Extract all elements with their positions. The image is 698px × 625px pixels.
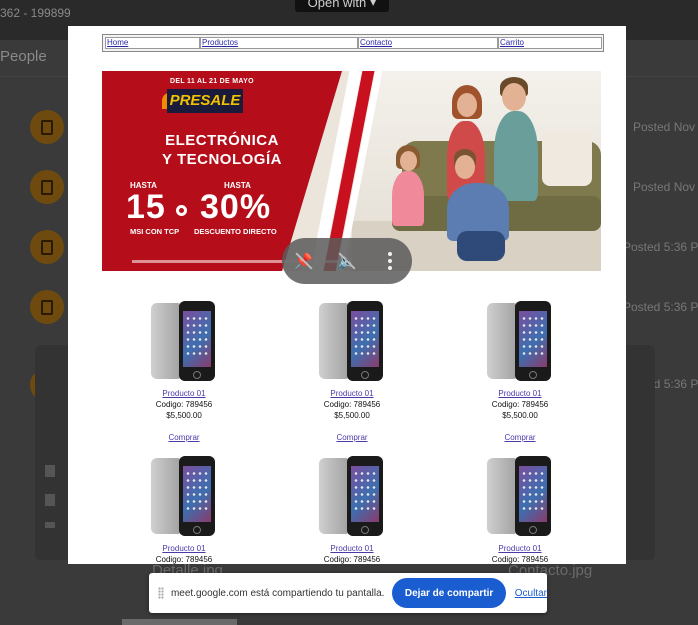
msi-number: 15: [126, 188, 166, 226]
product-name-link[interactable]: Producto 01: [445, 544, 595, 553]
msi-caption: MSI CON TCP: [130, 227, 180, 236]
or-separator: [176, 205, 187, 216]
product-card: Producto 01 Codigo: 789456: [445, 456, 595, 564]
product-code: Codigo: 789456: [323, 400, 381, 409]
people-heading: People: [0, 48, 47, 65]
product-image[interactable]: [487, 456, 553, 536]
buy-link[interactable]: Comprar: [109, 433, 259, 442]
nav-cell-productos: Productos: [200, 37, 358, 49]
banner-title-line1: ELECTRÓNICA: [165, 132, 279, 149]
nav-link-contacto[interactable]: Contacto: [360, 38, 392, 47]
file-id-text: 362 - 199899: [0, 6, 71, 20]
product-code: Codigo: 789456: [155, 400, 213, 409]
nav-link-carrito[interactable]: Carrito: [500, 38, 524, 47]
file-icon: [45, 465, 55, 477]
product-price: $5,500.00: [502, 411, 538, 420]
posted-time: Posted Nov: [633, 120, 696, 134]
posted-time: Posted Nov: [633, 180, 696, 194]
nav-cell-contacto: Contacto: [358, 37, 498, 49]
file-icon: [45, 494, 55, 506]
hide-link[interactable]: Ocultar: [515, 588, 547, 599]
nav-cell-carrito: Carrito: [498, 37, 602, 49]
product-code: Codigo: 789456: [155, 555, 213, 564]
product-name-link[interactable]: Producto 01: [277, 389, 427, 398]
product-name-link[interactable]: Producto 01: [277, 544, 427, 553]
presale-date: DEL 11 AL 21 DE MAYO: [170, 78, 254, 85]
meet-floating-controls: 📌 🔈: [282, 238, 412, 284]
nav-bar: Home Productos Contacto Carrito: [102, 34, 604, 52]
product-image[interactable]: [151, 456, 217, 536]
product-image[interactable]: [151, 301, 217, 381]
banner-title-line2: Y TECNOLOGÍA: [162, 151, 282, 168]
product-card: Producto 01 Codigo: 789456: [277, 456, 427, 564]
attachment-avatar[interactable]: [30, 290, 64, 324]
document-icon: [41, 179, 53, 195]
product-code: Codigo: 789456: [491, 400, 549, 409]
open-with-button[interactable]: Open with ▾: [295, 0, 389, 12]
product-name-link[interactable]: Producto 01: [109, 389, 259, 398]
posted-time: Posted 5:36 P: [623, 240, 698, 254]
screen-share-bar: meet.google.com está compartiendo tu pan…: [149, 573, 547, 613]
document-icon: [41, 119, 53, 135]
document-icon: [41, 239, 53, 255]
product-code: Codigo: 789456: [491, 555, 549, 564]
horizontal-scrollbar[interactable]: [122, 619, 237, 625]
open-with-label: Open with: [307, 0, 367, 10]
share-message: meet.google.com está compartiendo tu pan…: [170, 587, 385, 599]
posted-time: Posted 5:36 P: [623, 300, 698, 314]
product-card: Producto 01 Codigo: 789456 $5,500.00 Com…: [109, 301, 259, 442]
nav-link-home[interactable]: Home: [107, 38, 128, 47]
product-image[interactable]: [319, 301, 385, 381]
discount-caption: DESCUENTO DIRECTO: [194, 227, 277, 236]
attachment-avatar[interactable]: [30, 110, 64, 144]
file-icon: [45, 522, 55, 528]
product-card: Producto 01 Codigo: 789456 $5,500.00 Com…: [445, 301, 595, 442]
presale-logo: PRESALE: [167, 89, 243, 113]
more-options-icon[interactable]: [379, 250, 401, 272]
person-girl: [392, 171, 424, 226]
chevron-down-icon: ▾: [369, 0, 377, 9]
drag-handle-icon[interactable]: [158, 587, 164, 599]
product-card: Producto 01 Codigo: 789456 $5,500.00 Com…: [277, 301, 427, 442]
pin-off-icon[interactable]: 📌: [293, 250, 315, 272]
volume-off-icon[interactable]: 🔈: [336, 250, 358, 272]
document-icon: [41, 299, 53, 315]
attachment-avatar[interactable]: [30, 230, 64, 264]
product-price: $5,500.00: [166, 411, 202, 420]
buy-link[interactable]: Comprar: [445, 433, 595, 442]
product-name-link[interactable]: Producto 01: [109, 544, 259, 553]
product-name-link[interactable]: Producto 01: [445, 389, 595, 398]
buy-link[interactable]: Comprar: [277, 433, 427, 442]
stop-sharing-button[interactable]: Dejar de compartir: [392, 578, 506, 608]
nav-cell-home: Home: [105, 37, 200, 49]
banner-title: ELECTRÓNICA Y TECNOLOGÍA: [122, 131, 322, 169]
product-price: $5,500.00: [334, 411, 370, 420]
product-image[interactable]: [487, 301, 553, 381]
discount-percent: 30%: [200, 188, 272, 226]
attachment-avatar[interactable]: [30, 170, 64, 204]
nav-link-productos[interactable]: Productos: [202, 38, 238, 47]
product-card: Producto 01 Codigo: 789456: [109, 456, 259, 564]
product-image[interactable]: [319, 456, 385, 536]
product-code: Codigo: 789456: [323, 555, 381, 564]
shared-screen: Home Productos Contacto Carrito DEL 11 A…: [68, 26, 626, 564]
person-father: [494, 111, 538, 201]
